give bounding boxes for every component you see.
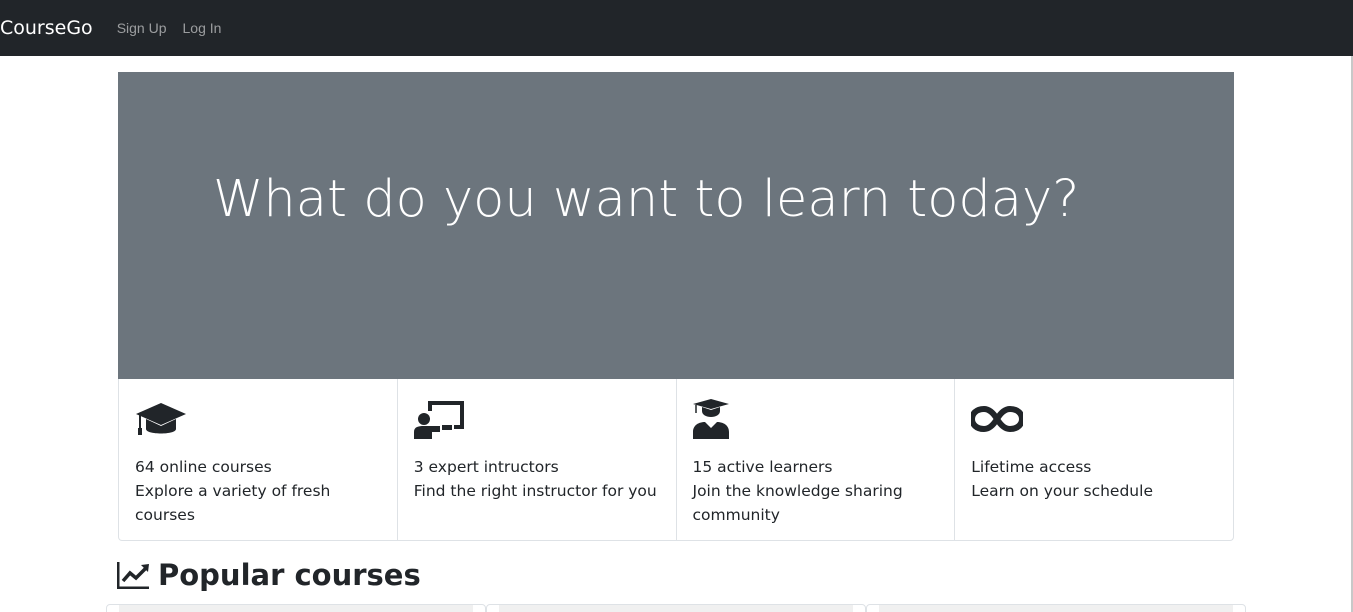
chart-line-icon <box>117 562 149 589</box>
popular-courses-title: Popular courses <box>158 558 421 592</box>
feature-title: 64 online courses <box>135 458 272 476</box>
feature-title: Lifetime access <box>971 458 1092 476</box>
feature-card-courses: 64 online courses Explore a variety of f… <box>119 379 398 540</box>
feature-description: Join the knowledge sharing community <box>692 482 903 524</box>
feature-title: 15 active learners <box>692 458 833 476</box>
hero-title: What do you want to learn today? <box>213 170 1080 229</box>
course-card[interactable] <box>866 604 1246 612</box>
infinity-icon <box>971 405 1024 433</box>
course-image <box>119 605 473 612</box>
feature-card-learners: 15 active learners Join the knowledge sh… <box>677 379 956 540</box>
navbar: CourseGo Sign Up Log In <box>0 0 1353 56</box>
feature-title: 3 expert intructors <box>413 458 559 476</box>
feature-card-lifetime: Lifetime access Learn on your schedule <box>955 379 1233 540</box>
graduation-cap-icon <box>136 403 186 435</box>
user-graduate-icon <box>692 399 729 439</box>
log-in-link[interactable]: Log In <box>183 20 222 36</box>
popular-courses-heading: Popular courses <box>117 558 421 592</box>
brand-link[interactable]: CourseGo <box>0 17 93 39</box>
feature-description: Learn on your schedule <box>971 482 1153 500</box>
features-row: 64 online courses Explore a variety of f… <box>118 379 1234 541</box>
hero-banner: What do you want to learn today? <box>118 72 1234 379</box>
feature-card-instructors: 3 expert intructors Find the right instr… <box>398 379 677 540</box>
feature-description: Find the right instructor for you <box>413 482 657 500</box>
course-image <box>499 605 853 612</box>
course-image <box>879 605 1233 612</box>
sign-up-link[interactable]: Sign Up <box>117 20 167 36</box>
chalkboard-teacher-icon <box>413 401 464 439</box>
feature-description: Explore a variety of fresh courses <box>135 482 331 524</box>
course-card[interactable] <box>106 604 486 612</box>
course-card[interactable] <box>486 604 866 612</box>
